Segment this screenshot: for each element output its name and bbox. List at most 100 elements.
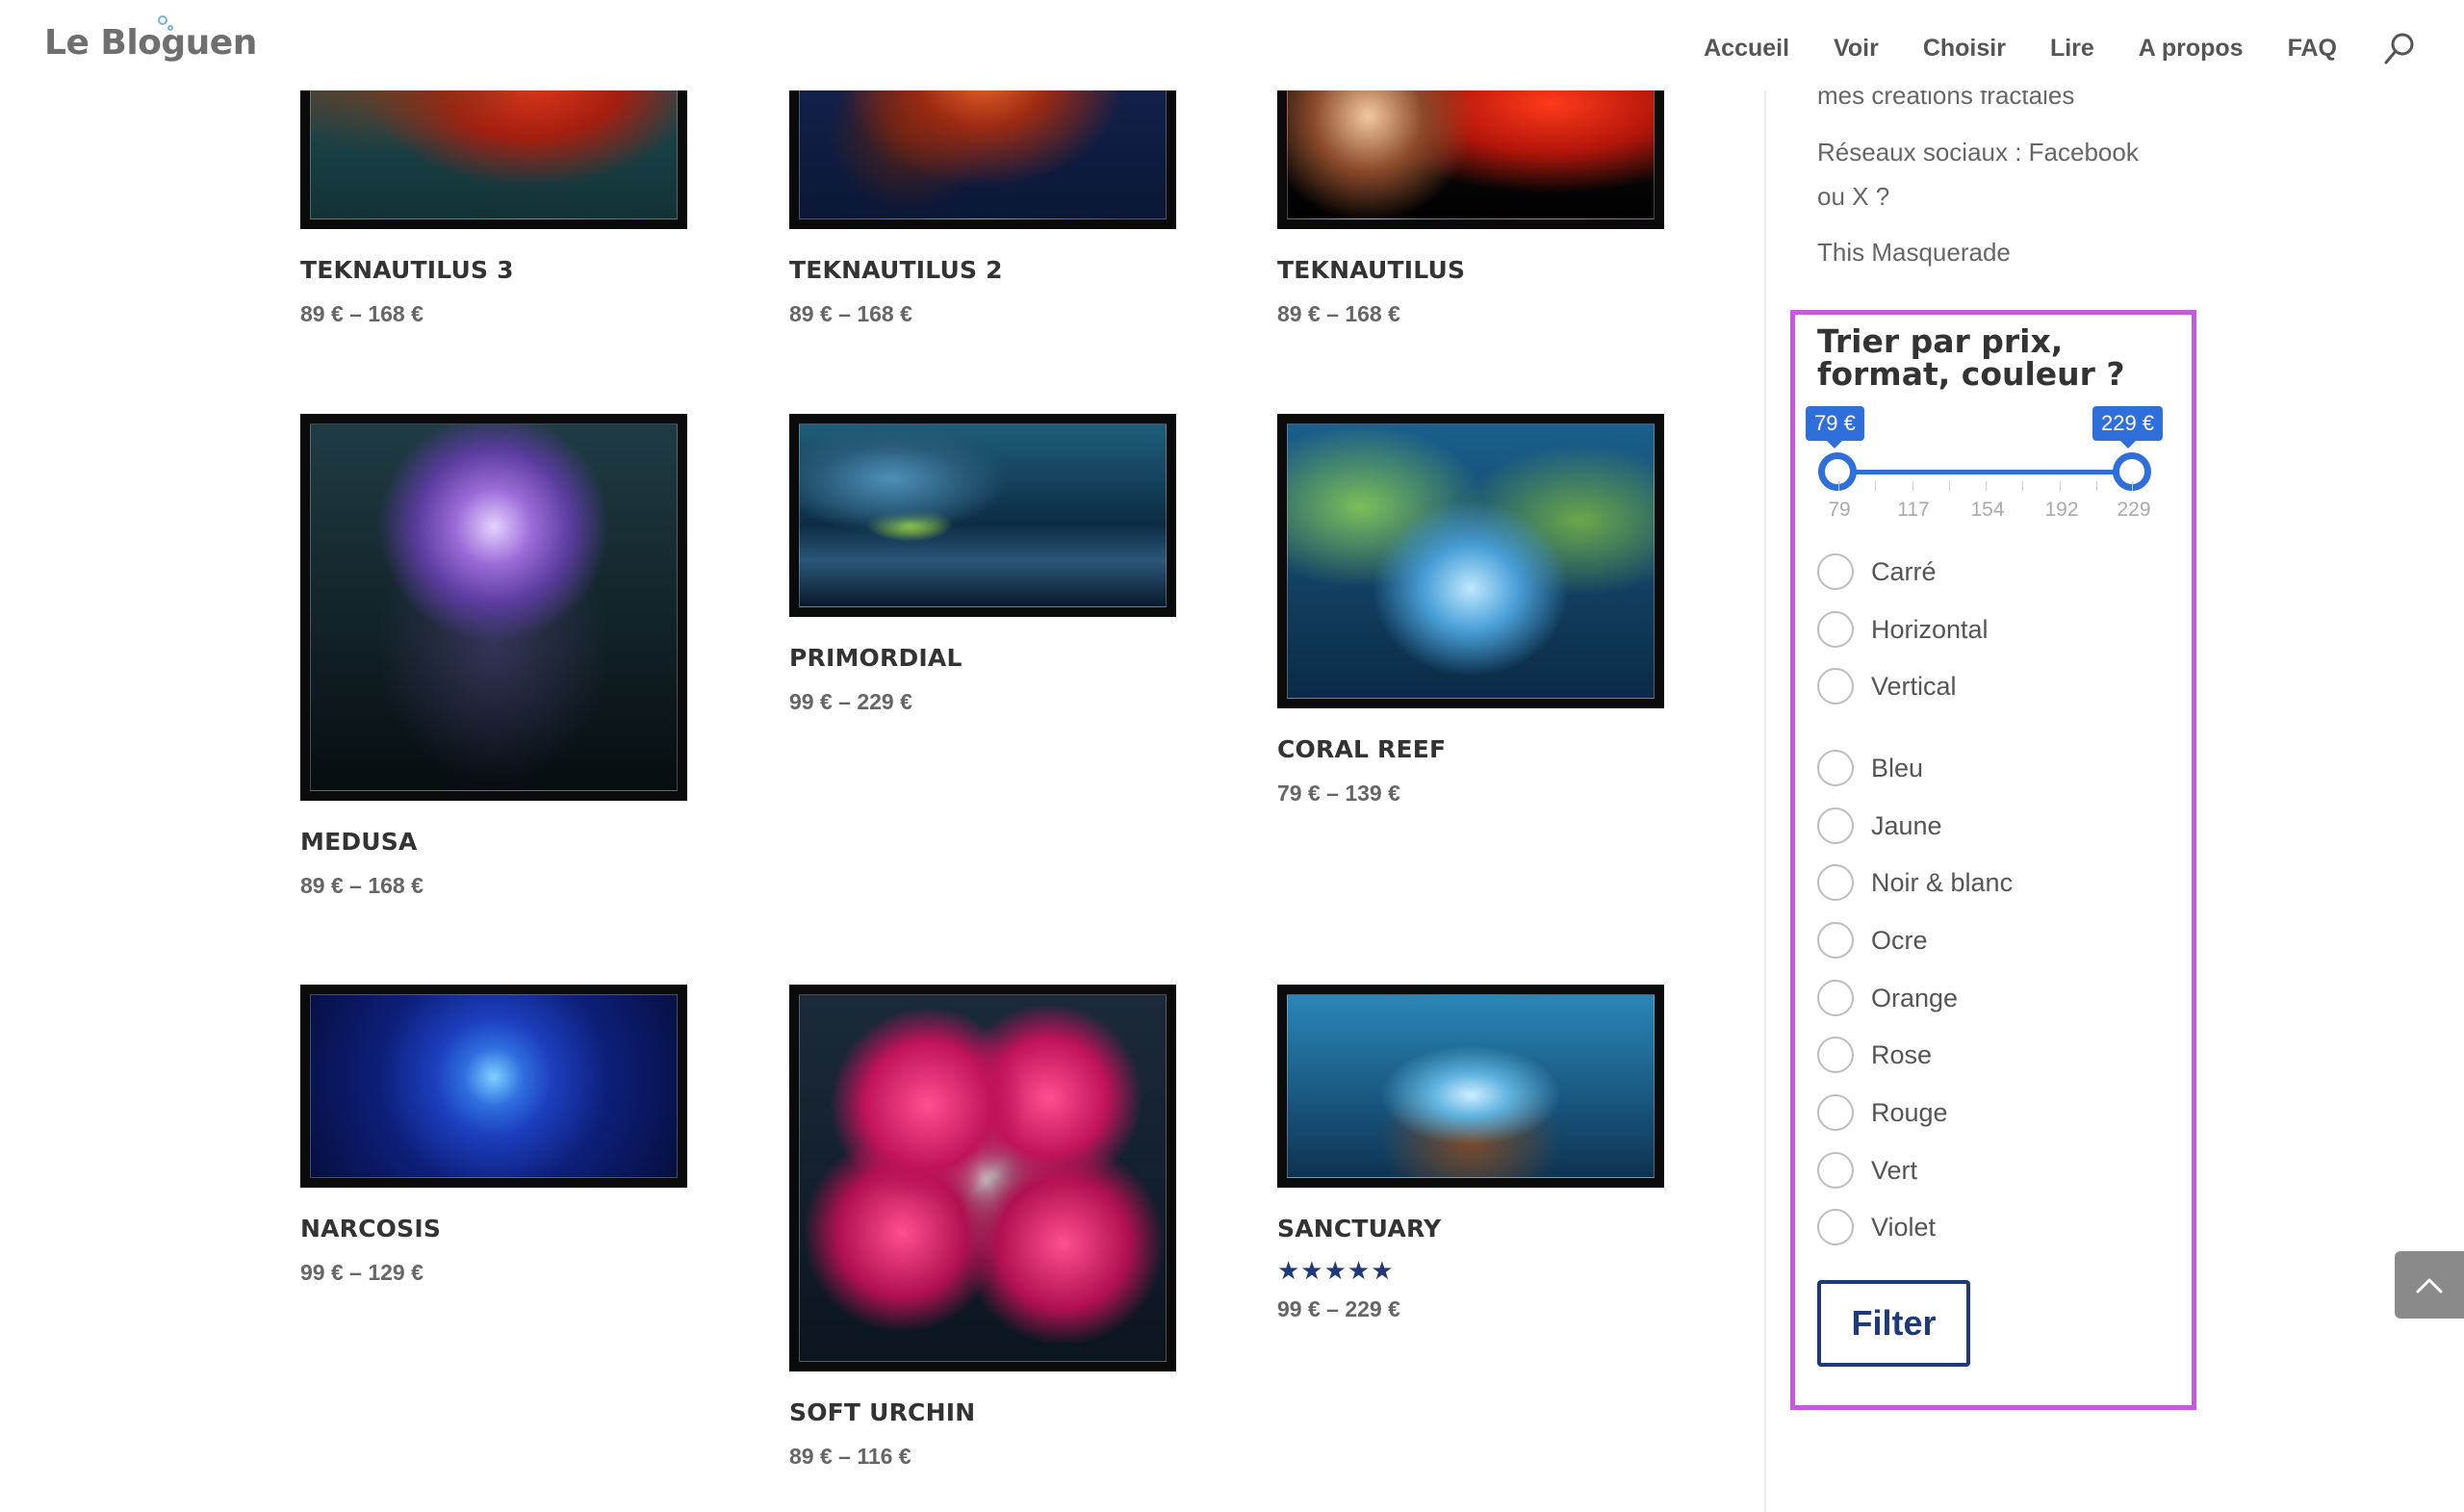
option-label: Vertical — [1871, 671, 1957, 701]
color-option-ocre[interactable]: Ocre — [1817, 921, 1928, 960]
price-max-badge: 229 € — [2092, 406, 2164, 448]
price-range-track[interactable] — [1837, 470, 2131, 474]
radio-circle-icon[interactable] — [1817, 1209, 1854, 1245]
product-card[interactable]: CORAL REEF 79 € – 139 € — [1277, 414, 1664, 807]
option-label: Noir & blanc — [1871, 867, 2014, 897]
nav-item-faq[interactable]: FAQ — [2288, 35, 2337, 63]
option-label: Orange — [1871, 983, 1959, 1012]
radio-circle-icon[interactable] — [1817, 1152, 1854, 1189]
product-card[interactable]: PRIMORDIAL 99 € – 229 € — [789, 414, 1176, 715]
product-thumbnail[interactable] — [1277, 414, 1664, 708]
product-thumbnail[interactable] — [300, 90, 687, 229]
product-title[interactable]: SOFT URCHIN — [789, 1398, 1176, 1426]
product-thumbnail[interactable] — [1277, 985, 1664, 1188]
radio-circle-icon[interactable] — [1817, 807, 1854, 844]
radio-circle-icon[interactable] — [1817, 1094, 1854, 1131]
logo-bubble-icon — [167, 25, 173, 31]
product-card[interactable]: NARCOSIS 99 € – 129 € — [300, 985, 687, 1286]
option-label: Rouge — [1871, 1097, 1948, 1127]
radio-circle-icon[interactable] — [1817, 611, 1854, 648]
option-label: Carré — [1871, 556, 1937, 586]
radio-circle-icon[interactable] — [1817, 980, 1854, 1016]
format-option-vertical[interactable]: Vertical — [1817, 667, 1957, 705]
format-option-carre[interactable]: Carré — [1817, 552, 1937, 591]
product-title[interactable]: TEKNAUTILUS 2 — [789, 256, 1176, 284]
range-tick — [1986, 481, 1987, 491]
search-icon[interactable] — [2381, 29, 2420, 67]
range-tick-label: 229 — [2117, 499, 2151, 521]
product-card[interactable]: TEKNAUTILUS 2 89 € – 168 € — [789, 90, 1176, 327]
range-tick — [2096, 481, 2097, 491]
nav-item-lire[interactable]: Lire — [2050, 35, 2094, 63]
range-tick-label: 154 — [1970, 499, 2005, 521]
radio-circle-icon[interactable] — [1817, 864, 1854, 901]
nav-item-a-propos[interactable]: A propos — [2139, 35, 2244, 63]
product-thumbnail[interactable] — [789, 414, 1176, 617]
filter-button[interactable]: Filter — [1817, 1280, 1970, 1367]
product-title[interactable]: SANCTUARY — [1277, 1215, 1664, 1243]
range-tick — [1949, 481, 1950, 491]
range-tick — [2132, 481, 2133, 491]
logo-bubble-icon — [158, 15, 167, 25]
site-header: Le Bloguen Accueil Voir Choisir Lire A p… — [0, 0, 2464, 90]
range-tick-label: 192 — [2044, 499, 2079, 521]
recent-post-link[interactable]: This Masquerade — [1817, 230, 2164, 274]
product-title[interactable]: MEDUSA — [300, 828, 687, 856]
product-thumbnail[interactable] — [1277, 90, 1664, 229]
product-price: 99 € – 129 € — [300, 1260, 424, 1285]
radio-circle-icon[interactable] — [1817, 922, 1854, 959]
product-title[interactable]: NARCOSIS — [300, 1215, 687, 1243]
product-title[interactable]: TEKNAUTILUS — [1277, 256, 1664, 284]
option-label: Bleu — [1871, 753, 1924, 782]
option-label: Violet — [1871, 1212, 1937, 1242]
product-card[interactable]: SANCTUARY ★★★★★ 99 € – 229 € — [1277, 985, 1664, 1322]
nav-item-choisir[interactable]: Choisir — [1923, 35, 2006, 63]
format-option-horizontal[interactable]: Horizontal — [1817, 610, 1989, 649]
radio-circle-icon[interactable] — [1817, 668, 1854, 705]
radio-circle-icon[interactable] — [1817, 1037, 1854, 1073]
product-thumbnail[interactable] — [300, 985, 687, 1188]
range-tick — [2060, 481, 2061, 491]
color-option-noir-blanc[interactable]: Noir & blanc — [1817, 863, 2013, 902]
option-label: Horizontal — [1871, 614, 1989, 644]
product-card[interactable]: MEDUSA 89 € – 168 € — [300, 414, 687, 899]
filter-title: Trier par prix, format, couleur ? — [1817, 322, 2125, 393]
range-tick-label: 79 — [1828, 499, 1851, 521]
product-title[interactable]: TEKNAUTILUS 3 — [300, 256, 687, 284]
nav-item-voir[interactable]: Voir — [1834, 35, 1879, 63]
range-tick-label: 117 — [1897, 499, 1930, 521]
range-tick — [1875, 481, 1876, 491]
color-option-jaune[interactable]: Jaune — [1817, 807, 1942, 845]
product-price: 79 € – 139 € — [1277, 781, 1400, 806]
logo-text: Le Bloguen — [44, 23, 257, 63]
product-thumbnail[interactable] — [300, 414, 687, 801]
product-card[interactable]: SOFT URCHIN 89 € – 116 € — [789, 985, 1176, 1470]
color-option-orange[interactable]: Orange — [1817, 979, 1958, 1017]
color-option-bleu[interactable]: Bleu — [1817, 749, 1923, 787]
product-price: 99 € – 229 € — [789, 689, 912, 714]
color-option-violet[interactable]: Violet — [1817, 1208, 1936, 1246]
radio-circle-icon[interactable] — [1817, 553, 1854, 590]
main-nav: Accueil Voir Choisir Lire A propos FAQ — [1704, 29, 2464, 67]
chevron-up-icon — [2416, 1278, 2443, 1294]
product-price: 89 € – 116 € — [789, 1444, 911, 1469]
site-logo[interactable]: Le Bloguen — [44, 15, 257, 63]
product-card[interactable]: TEKNAUTILUS 3 89 € – 168 € — [300, 90, 687, 327]
product-card[interactable]: TEKNAUTILUS 89 € – 168 € — [1277, 90, 1664, 327]
nav-item-accueil[interactable]: Accueil — [1704, 35, 1789, 63]
color-option-vert[interactable]: Vert — [1817, 1151, 1917, 1190]
option-label: Rose — [1871, 1039, 1933, 1069]
color-option-rose[interactable]: Rose — [1817, 1036, 1932, 1074]
price-min-handle[interactable] — [1818, 452, 1857, 491]
product-thumbnail[interactable] — [789, 985, 1176, 1371]
product-price: 89 € – 168 € — [300, 301, 424, 326]
option-label: Vert — [1871, 1155, 1918, 1185]
recent-post-link[interactable]: Réseaux sociaux : Facebook ou X ? — [1817, 130, 2164, 218]
color-option-rouge[interactable]: Rouge — [1817, 1093, 1948, 1132]
product-title[interactable]: CORAL REEF — [1277, 735, 1664, 763]
radio-circle-icon[interactable] — [1817, 750, 1854, 786]
back-to-top-button[interactable] — [2395, 1251, 2464, 1319]
product-thumbnail[interactable] — [789, 90, 1176, 229]
product-title[interactable]: PRIMORDIAL — [789, 644, 1176, 672]
range-tick — [1912, 481, 1913, 491]
